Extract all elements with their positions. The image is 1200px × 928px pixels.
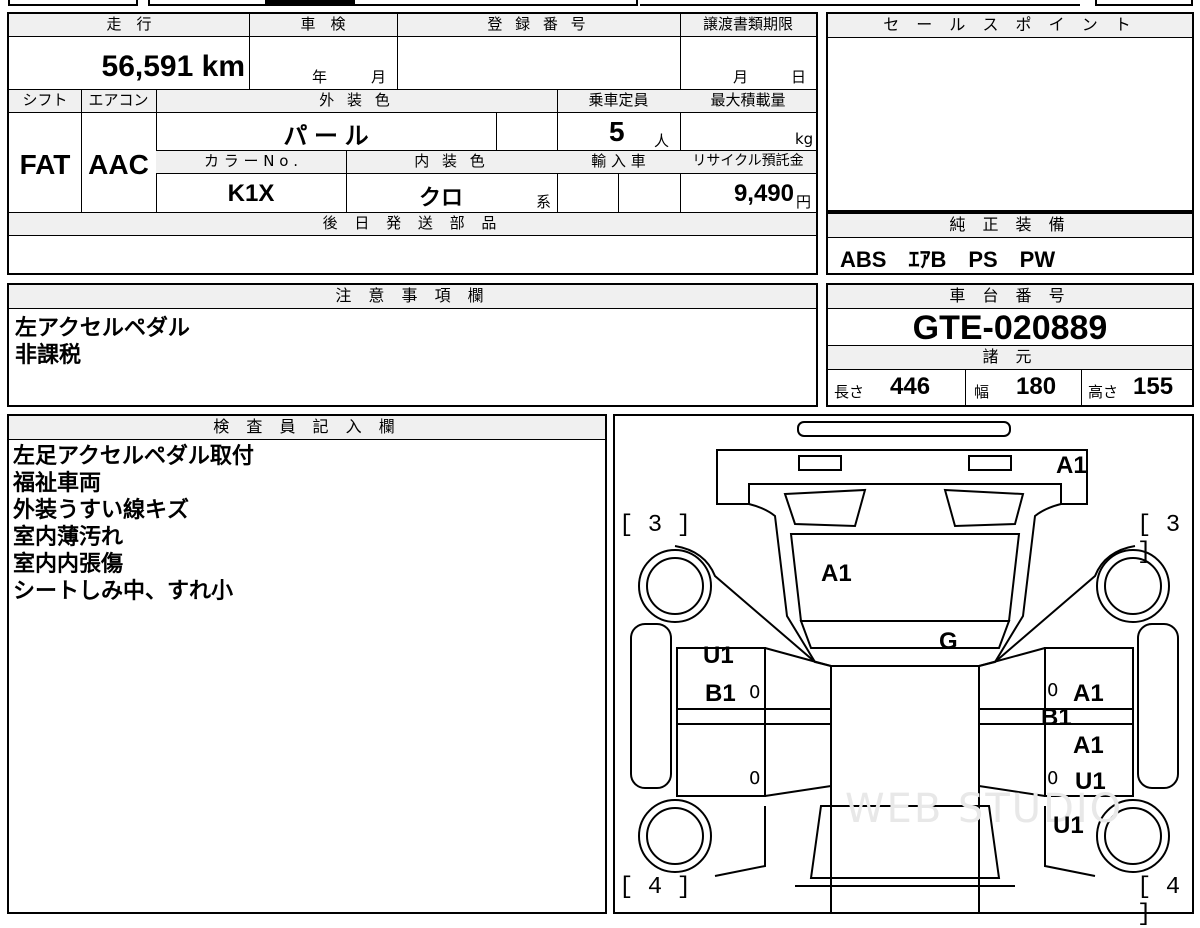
recycle-fee-value: 9,490: [733, 180, 794, 207]
mark-right-zero-2: 0: [1047, 768, 1059, 789]
left-front-fender: [630, 623, 672, 789]
tire-mark-front-left: [ 3 ]: [619, 512, 692, 539]
inspection-year-unit: 年: [312, 68, 328, 86]
chassis-header: 車 台 番 号: [828, 285, 1192, 309]
exterior-color-value: パ ー ル: [283, 123, 369, 150]
car-diagram-box: WEB STUDIO A1 [ 3 ] [ 3 ] A1 G U1 B1 0 0…: [613, 414, 1194, 928]
chassis-box: 車 台 番 号 GTE-020889 諸 元 長さ 446 幅 180 高さ 1…: [826, 283, 1194, 407]
mark-roof-g: G: [939, 628, 958, 655]
inspector-box: 検 査 員 記 入 欄 左足アクセルペダル取付 福祉車両 外装うすい線キズ 室内…: [7, 414, 607, 914]
color-no-value: K1X: [227, 180, 275, 207]
shift-header: シフト: [9, 90, 81, 112]
inspector-line-2: 福祉車両: [13, 471, 102, 496]
mark-right-zero-1: 0: [1047, 680, 1059, 701]
inspection-header: 車 検: [249, 14, 397, 37]
inspector-line-6: シートしみ中、すれ小: [13, 579, 234, 604]
inspector-line-5: 室内内張傷: [13, 552, 124, 577]
mileage-value: 56,591 km: [101, 50, 245, 83]
inspector-header: 検 査 員 記 入 欄: [9, 416, 605, 440]
capacity-unit: 人: [654, 132, 670, 150]
later-parts-header: 後 日 発 送 部 品: [9, 213, 816, 235]
color-no-header: カ ラ ー N o .: [156, 151, 346, 173]
front-headlight-left: [783, 488, 867, 528]
roof: [799, 620, 1011, 649]
shift-value: FAT: [19, 149, 71, 180]
spec-height-label: 高さ: [1088, 383, 1119, 401]
tire-mark-rear-right: [ 4 ]: [1137, 874, 1181, 928]
deadline-month-unit: 月: [733, 68, 749, 86]
equipment-value: ABS ｴｱB PS PW: [840, 247, 1056, 272]
registration-header: 登 録 番 号: [397, 14, 680, 37]
top-cutoff-strip: [0, 0, 1200, 8]
equipment-header: 純 正 装 備: [828, 214, 1192, 238]
recycle-header: リサイクル預託金: [680, 151, 816, 173]
front-lamp-left: [798, 455, 842, 471]
interior-color-suffix: 系: [536, 193, 552, 211]
front-bumper: [716, 449, 1088, 505]
inspector-line-4: 室内薄汚れ: [13, 525, 124, 550]
notes-box: 注 意 事 項 欄 左アクセルペダル 非課税: [7, 283, 818, 407]
mark-rear-u1: U1: [1053, 812, 1084, 839]
capacity-value: 5: [609, 116, 625, 147]
mileage-header: 走 行: [9, 14, 249, 37]
notes-line-1: 左アクセルペダル: [15, 316, 190, 341]
spec-length-label: 長さ: [834, 383, 865, 401]
sales-point-box: セ ー ル ス ポ イ ン ト: [826, 12, 1194, 212]
max-load-header: 最大積載量: [680, 90, 816, 112]
import-header: 輸 入 車: [557, 151, 680, 173]
max-load-unit: kg: [795, 130, 814, 148]
inspector-line-1: 左足アクセルペダル取付: [13, 444, 254, 469]
tire-rear-left: [638, 799, 712, 873]
mark-windshield-a1: A1: [821, 560, 852, 587]
spec-height-value: 155: [1133, 373, 1174, 400]
mark-right-a1-front: A1: [1073, 680, 1104, 707]
recycle-fee-unit: 円: [796, 193, 812, 211]
mark-front-a1: A1: [1056, 452, 1087, 479]
right-front-fender: [1137, 623, 1179, 789]
front-headlight-right: [943, 488, 1025, 528]
roof-panel: [830, 665, 980, 807]
exterior-color-header: 外 装 色: [156, 90, 557, 112]
tire-mark-rear-left: [ 4 ]: [619, 874, 692, 901]
inspector-line-3: 外装うすい線キズ: [13, 498, 190, 523]
tire-mark-front-right: [ 3 ]: [1137, 512, 1181, 566]
main-info-table: 走 行 車 検 登 録 番 号 譲渡書類期限 56,591 km 年 月 月 日…: [7, 12, 818, 275]
mark-right-u1: U1: [1075, 768, 1106, 795]
aircon-value: AAC: [88, 149, 149, 180]
mark-right-a1-rear: A1: [1073, 732, 1104, 759]
car-diagram-svg: [630, 421, 1179, 912]
interior-color-header: 内 装 色: [346, 151, 557, 173]
deadline-day-unit: 日: [791, 68, 807, 86]
mark-left-zero-2: 0: [749, 768, 761, 789]
inspection-month-unit: 月: [371, 68, 387, 86]
mark-right-b1: B1: [1041, 704, 1072, 731]
chassis-value: GTE-020889: [912, 309, 1108, 347]
notes-line-2: 非課税: [15, 343, 82, 368]
mark-left-b1: B1: [705, 680, 736, 707]
capacity-header: 乗車定員: [557, 90, 680, 112]
spec-length-value: 446: [890, 373, 931, 400]
mark-left-u1: U1: [703, 642, 734, 669]
spec-width-label: 幅: [974, 383, 990, 401]
sales-point-header: セ ー ル ス ポ イ ン ト: [828, 14, 1192, 38]
front-lamp-right: [968, 455, 1012, 471]
aircon-header: エアコン: [81, 90, 156, 112]
notes-header: 注 意 事 項 欄: [9, 285, 816, 309]
interior-color-value: クロ: [418, 185, 463, 210]
tire-front-left: [638, 549, 712, 623]
transfer-deadline-header: 譲渡書類期限: [680, 14, 816, 37]
equipment-box: 純 正 装 備 ABS ｴｱB PS PW: [826, 212, 1194, 275]
spec-width-value: 180: [1016, 373, 1057, 400]
mark-left-zero-1: 0: [749, 682, 761, 703]
specs-header: 諸 元: [828, 346, 1192, 370]
front-bumper-bar: [797, 421, 1011, 437]
